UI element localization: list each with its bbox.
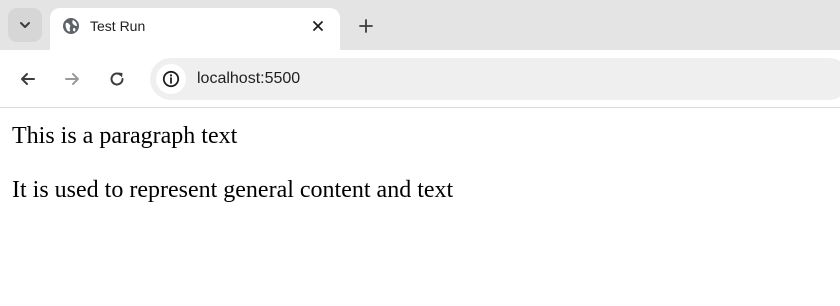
close-icon <box>313 21 323 31</box>
arrow-right-icon <box>65 73 79 85</box>
plus-icon <box>359 19 373 33</box>
tab-search-button[interactable] <box>8 8 42 42</box>
reload-icon <box>110 72 124 86</box>
tab-close-button[interactable] <box>308 16 328 36</box>
site-info-button[interactable] <box>156 64 186 94</box>
chevron-down-icon <box>20 22 30 28</box>
paragraph: It is used to represent general content … <box>12 177 454 203</box>
url-text[interactable]: localhost:5500 <box>197 69 300 89</box>
tab-strip: Test Run <box>0 0 840 50</box>
address-bar[interactable]: localhost:5500 <box>150 58 840 100</box>
page-content: This is a paragraph text It is used to r… <box>0 109 840 306</box>
arrow-left-icon <box>21 73 35 85</box>
back-button[interactable] <box>14 65 42 93</box>
tab-title: Test Run <box>90 18 146 34</box>
globe-icon <box>63 18 79 34</box>
new-tab-button[interactable] <box>352 12 380 40</box>
reload-button[interactable] <box>103 65 131 93</box>
info-icon <box>162 70 180 88</box>
tab-active[interactable]: Test Run <box>50 8 340 50</box>
paragraph: This is a paragraph text <box>12 123 238 149</box>
browser-toolbar: localhost:5500 <box>0 50 840 108</box>
forward-button[interactable] <box>58 65 86 93</box>
